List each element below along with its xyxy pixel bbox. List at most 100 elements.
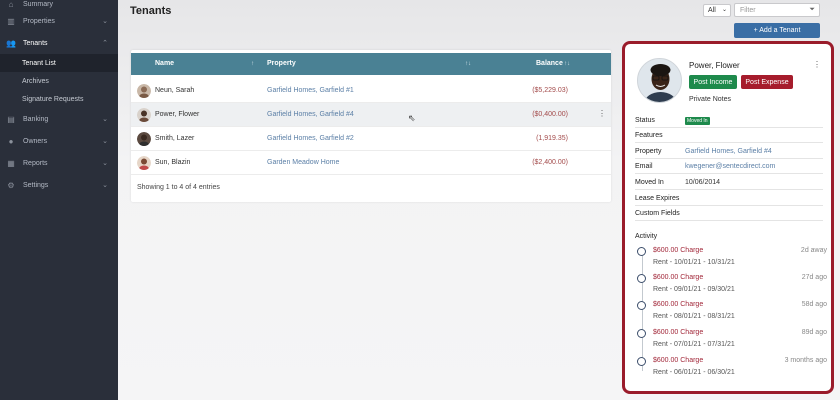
sidebar-item-summary[interactable]: ⌂ Summary bbox=[0, 0, 118, 10]
filter-icon: ⏷ bbox=[809, 6, 815, 13]
features-row: Features bbox=[635, 128, 823, 143]
activity-desc: Rent - 09/01/21 - 09/30/21 bbox=[653, 286, 735, 293]
sort-asc-icon[interactable]: ↑ bbox=[251, 61, 254, 67]
chevron-down-icon: ⌄ bbox=[102, 138, 108, 145]
activity-desc: Rent - 07/01/21 - 07/31/21 bbox=[653, 341, 735, 348]
field-label: Custom Fields bbox=[635, 210, 680, 217]
tenant-detail-name: Power, Flower bbox=[689, 61, 740, 70]
column-header-property[interactable]: Property bbox=[267, 60, 296, 67]
column-header-name[interactable]: Name bbox=[155, 60, 174, 67]
sidebar-item-label: Settings bbox=[23, 181, 49, 189]
column-label: Name bbox=[155, 60, 175, 67]
activity-charge[interactable]: $600.00 Charge bbox=[653, 247, 703, 254]
activity-charge[interactable]: $600.00 Charge bbox=[653, 301, 703, 308]
tenant-property-link[interactable]: Garfield Homes, Garfield #2 bbox=[267, 135, 354, 142]
sidebar-subitem-tenant-list[interactable]: Tenant List bbox=[0, 54, 118, 72]
private-notes-link[interactable]: Private Notes bbox=[689, 96, 731, 103]
timeline-dot-icon bbox=[637, 357, 646, 366]
add-tenant-button[interactable]: + Add a Tenant bbox=[734, 23, 820, 38]
activity-time: 58d ago bbox=[801, 301, 827, 308]
property-link[interactable]: Garfield Homes, Garfield #4 bbox=[685, 148, 772, 155]
field-label: Status bbox=[635, 117, 655, 124]
avatar bbox=[137, 132, 151, 146]
all-select[interactable]: All ⌄ bbox=[703, 4, 731, 17]
filter-input[interactable]: Filter ⏷ bbox=[734, 3, 820, 17]
field-label: Email bbox=[635, 163, 653, 170]
mouse-cursor-icon: ⇖ bbox=[408, 113, 416, 123]
column-label: Balance bbox=[536, 60, 563, 67]
activity-time: 89d ago bbox=[801, 329, 827, 336]
main-content: Tenants All ⌄ Filter ⏷ + Add a Tenant Na… bbox=[118, 0, 840, 400]
field-label: Features bbox=[635, 132, 663, 139]
tenant-name[interactable]: Neun, Sarah bbox=[155, 87, 194, 94]
detail-menu-icon[interactable]: ⋮ bbox=[813, 60, 821, 69]
table-row[interactable]: Neun, Sarah Garfield Homes, Garfield #1 … bbox=[131, 79, 611, 103]
status-badge: Moved In bbox=[685, 117, 710, 125]
sidebar-item-reports[interactable]: ▦ Reports ⌄ bbox=[0, 152, 118, 174]
chevron-up-icon: ⌃ bbox=[102, 40, 108, 47]
sidebar-item-properties[interactable]: ▥ Properties ⌄ bbox=[0, 10, 118, 32]
column-header-balance[interactable]: Balance bbox=[536, 60, 563, 67]
property-row: Property Garfield Homes, Garfield #4 bbox=[635, 144, 823, 159]
chart-icon: ▦ bbox=[7, 158, 15, 168]
sort-icon[interactable]: ↑↓ bbox=[564, 61, 570, 67]
chevron-down-icon: ⌄ bbox=[102, 18, 108, 25]
sidebar: ⌂ Summary ▥ Properties ⌄ 👥 Tenants ⌃ Ten… bbox=[0, 0, 118, 400]
bank-icon: ▤ bbox=[7, 114, 15, 124]
timeline-dot-icon bbox=[637, 301, 646, 310]
status-row: Status Moved In bbox=[635, 113, 823, 128]
users-icon: 👥 bbox=[6, 38, 16, 48]
row-menu-icon[interactable]: ⋮ bbox=[598, 109, 606, 118]
tenant-property-link[interactable]: Garfield Homes, Garfield #1 bbox=[267, 87, 354, 94]
sidebar-subitem-signature-requests[interactable]: Signature Requests bbox=[0, 90, 118, 108]
sidebar-item-label: Owners bbox=[23, 137, 48, 145]
table-row[interactable]: Smith, Lazer Garfield Homes, Garfield #2… bbox=[131, 127, 611, 151]
tenant-balance: (1,919.35) bbox=[536, 135, 568, 142]
activity-time: 2d away bbox=[800, 247, 827, 254]
activity-charge[interactable]: $600.00 Charge bbox=[653, 274, 703, 281]
email-row: Email kwegener@sentecdirect.com bbox=[635, 159, 823, 174]
activity-charge[interactable]: $600.00 Charge bbox=[653, 329, 703, 336]
email-link[interactable]: kwegener@sentecdirect.com bbox=[685, 163, 775, 170]
activity-desc: Rent - 08/01/21 - 08/31/21 bbox=[653, 313, 735, 320]
moved-in-date: 10/06/2014 bbox=[685, 179, 721, 186]
timeline-dot-icon bbox=[637, 247, 646, 256]
tenant-balance: ($5,229.03) bbox=[532, 87, 568, 94]
building-icon: ▥ bbox=[7, 16, 15, 26]
activity-title: Activity bbox=[635, 233, 658, 240]
tenant-balance: ($2,400.00) bbox=[532, 159, 568, 166]
tenant-property-link[interactable]: Garfield Homes, Garfield #4 bbox=[267, 111, 354, 118]
tenant-detail-panel: Power, Flower ⋮ Post Income Post Expense… bbox=[622, 41, 834, 394]
home-icon: ⌂ bbox=[8, 0, 14, 9]
chevron-down-icon: ⌄ bbox=[102, 160, 108, 167]
chevron-down-icon: ⌄ bbox=[721, 7, 727, 13]
sidebar-item-banking[interactable]: ▤ Banking ⌄ bbox=[0, 108, 118, 130]
tenant-photo bbox=[637, 58, 682, 103]
avatar bbox=[137, 84, 151, 98]
post-income-button[interactable]: Post Income bbox=[689, 75, 737, 89]
sort-icon[interactable]: ↑↓ bbox=[465, 61, 471, 67]
table-row[interactable]: Power, Flower Garfield Homes, Garfield #… bbox=[131, 103, 611, 127]
custom-fields-row: Custom Fields bbox=[635, 206, 823, 221]
sidebar-item-label: Properties bbox=[23, 17, 55, 25]
tenant-name[interactable]: Power, Flower bbox=[155, 111, 199, 118]
tenant-name[interactable]: Sun, Blazin bbox=[155, 159, 190, 166]
sidebar-item-label: Tenants bbox=[23, 39, 48, 47]
field-label: Lease Expires bbox=[635, 195, 680, 202]
avatar bbox=[137, 108, 151, 122]
activity-time: 27d ago bbox=[801, 274, 827, 281]
sidebar-item-tenants[interactable]: 👥 Tenants ⌃ bbox=[0, 32, 118, 54]
user-icon: ● bbox=[8, 136, 14, 146]
sidebar-item-settings[interactable]: ⚙ Settings ⌄ bbox=[0, 174, 118, 196]
tenant-balance: ($0,400.00) bbox=[532, 111, 568, 118]
lease-expires-row: Lease Expires bbox=[635, 191, 823, 206]
table-header: Name ↑ Property ↑↓ Balance ↑↓ bbox=[131, 53, 611, 75]
sidebar-subitem-archives[interactable]: Archives bbox=[0, 72, 118, 90]
activity-item[interactable]: $600.00 Charge 3 months ago Rent - 06/01… bbox=[635, 356, 827, 392]
sidebar-item-owners[interactable]: ● Owners ⌄ bbox=[0, 130, 118, 152]
post-expense-button[interactable]: Post Expense bbox=[741, 75, 793, 89]
tenant-property-link[interactable]: Garden Meadow Home bbox=[267, 159, 339, 166]
table-row[interactable]: Sun, Blazin Garden Meadow Home ($2,400.0… bbox=[131, 151, 611, 175]
activity-charge[interactable]: $600.00 Charge bbox=[653, 357, 703, 364]
tenant-name[interactable]: Smith, Lazer bbox=[155, 135, 194, 142]
